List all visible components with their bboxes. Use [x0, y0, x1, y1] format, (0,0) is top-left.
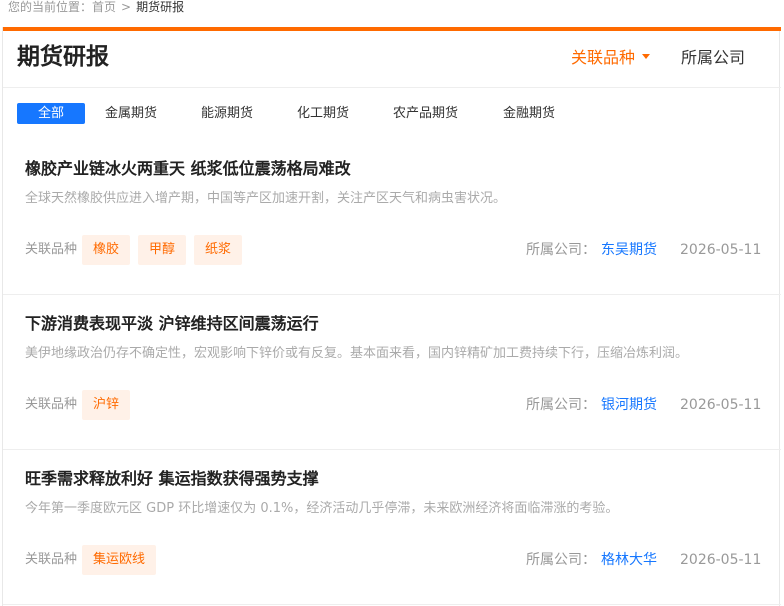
breadcrumb: 您的当前位置：首页 > 期货研报 — [8, 0, 184, 16]
publish-date: 2026-05-11 — [680, 552, 762, 568]
article-title[interactable]: 旺季需求释放利好 集运指数获得强势支撑 — [25, 469, 319, 489]
breadcrumb-prefix: 您的当前位置： — [8, 0, 93, 14]
company-label: 所属公司： — [526, 397, 596, 413]
article-meta: 关联品种 橡胶 甲醇 纸浆 所属公司： 东吴期货 2026-05-11 — [25, 235, 765, 265]
tab-agricultural-futures[interactable]: 农产品期货 — [393, 103, 458, 124]
company-label: 所属公司： — [526, 242, 596, 258]
page-title: 期货研报 — [17, 44, 109, 70]
tag-list: 沪锌 — [82, 390, 138, 420]
tab-energy-futures[interactable]: 能源期货 — [201, 103, 253, 124]
article-summary: 今年第一季度欧元区 GDP 环比增速仅为 0.1%，经济活动几乎停滞，未来欧洲经… — [25, 501, 619, 516]
company-link[interactable]: 格林大华 — [601, 545, 657, 575]
tab-metal-futures[interactable]: 金属期货 — [105, 103, 157, 124]
publish-date: 2026-05-11 — [680, 397, 762, 413]
company-link[interactable]: 银河期货 — [601, 390, 657, 420]
related-label: 关联品种 — [25, 397, 78, 412]
article-summary: 全球天然橡胶供应进入增产期，中国等产区加速开割，关注产区天气和病虫害状况。 — [25, 191, 507, 206]
breadcrumb-separator: > — [121, 0, 132, 14]
tag-chip[interactable]: 甲醇 — [138, 235, 187, 265]
article-divider — [3, 604, 781, 605]
publish-date: 2026-05-11 — [680, 242, 762, 258]
tag-chip[interactable]: 沪锌 — [82, 390, 131, 420]
accent-top-bar — [3, 27, 781, 31]
company-link[interactable]: 东吴期货 — [601, 235, 657, 265]
article-summary: 美伊地缘政治仍存不确定性，宏观影响下锌价或有反复。基本面来看，国内锌精矿加工费持… — [25, 346, 689, 361]
tag-chip[interactable]: 橡胶 — [82, 235, 131, 265]
article-meta: 关联品种 沪锌 所属公司： 银河期货 2026-05-11 — [25, 390, 765, 420]
company-label: 所属公司： — [526, 552, 596, 568]
list-item: 橡胶产业链冰火两重天 纸浆低位震荡格局难改 全球天然橡胶供应进入增产期，中国等产… — [3, 159, 781, 314]
article-meta: 关联品种 集运欧线 所属公司： 格林大华 2026-05-11 — [25, 545, 765, 575]
list-item: 下游消费表现平淡 沪锌维持区间震荡运行 美伊地缘政治仍存不确定性，宏观影响下锌价… — [3, 314, 781, 469]
related-label: 关联品种 — [25, 552, 78, 567]
header-divider — [3, 87, 781, 88]
research-panel: 期货研报 关联品种 所属公司 全部 金属期货 能源期货 化工期货 农产品期货 金… — [2, 27, 781, 606]
tab-all[interactable]: 全部 — [17, 103, 85, 124]
article-title[interactable]: 下游消费表现平淡 沪锌维持区间震荡运行 — [25, 314, 319, 334]
article-title[interactable]: 橡胶产业链冰火两重天 纸浆低位震荡格局难改 — [25, 159, 351, 179]
company-filter[interactable]: 所属公司 — [681, 48, 745, 68]
related-variety-filter[interactable]: 关联品种 — [571, 48, 651, 68]
tab-chemical-futures[interactable]: 化工期货 — [297, 103, 349, 124]
tag-chip[interactable]: 集运欧线 — [82, 545, 157, 575]
tag-list: 橡胶 甲醇 纸浆 — [82, 235, 250, 265]
breadcrumb-home-link[interactable]: 首页 — [92, 0, 116, 14]
list-item: 旺季需求释放利好 集运指数获得强势支撑 今年第一季度欧元区 GDP 环比增速仅为… — [3, 469, 781, 606]
article-divider — [3, 294, 781, 295]
caret-down-icon — [642, 54, 651, 59]
related-variety-filter-label: 关联品种 — [571, 48, 636, 67]
breadcrumb-current: 期货研报 — [136, 0, 185, 14]
related-label: 关联品种 — [25, 242, 78, 257]
article-divider — [3, 449, 781, 450]
tag-list: 集运欧线 — [82, 545, 164, 575]
tab-financial-futures[interactable]: 金融期货 — [503, 103, 555, 124]
tag-chip[interactable]: 纸浆 — [194, 235, 243, 265]
